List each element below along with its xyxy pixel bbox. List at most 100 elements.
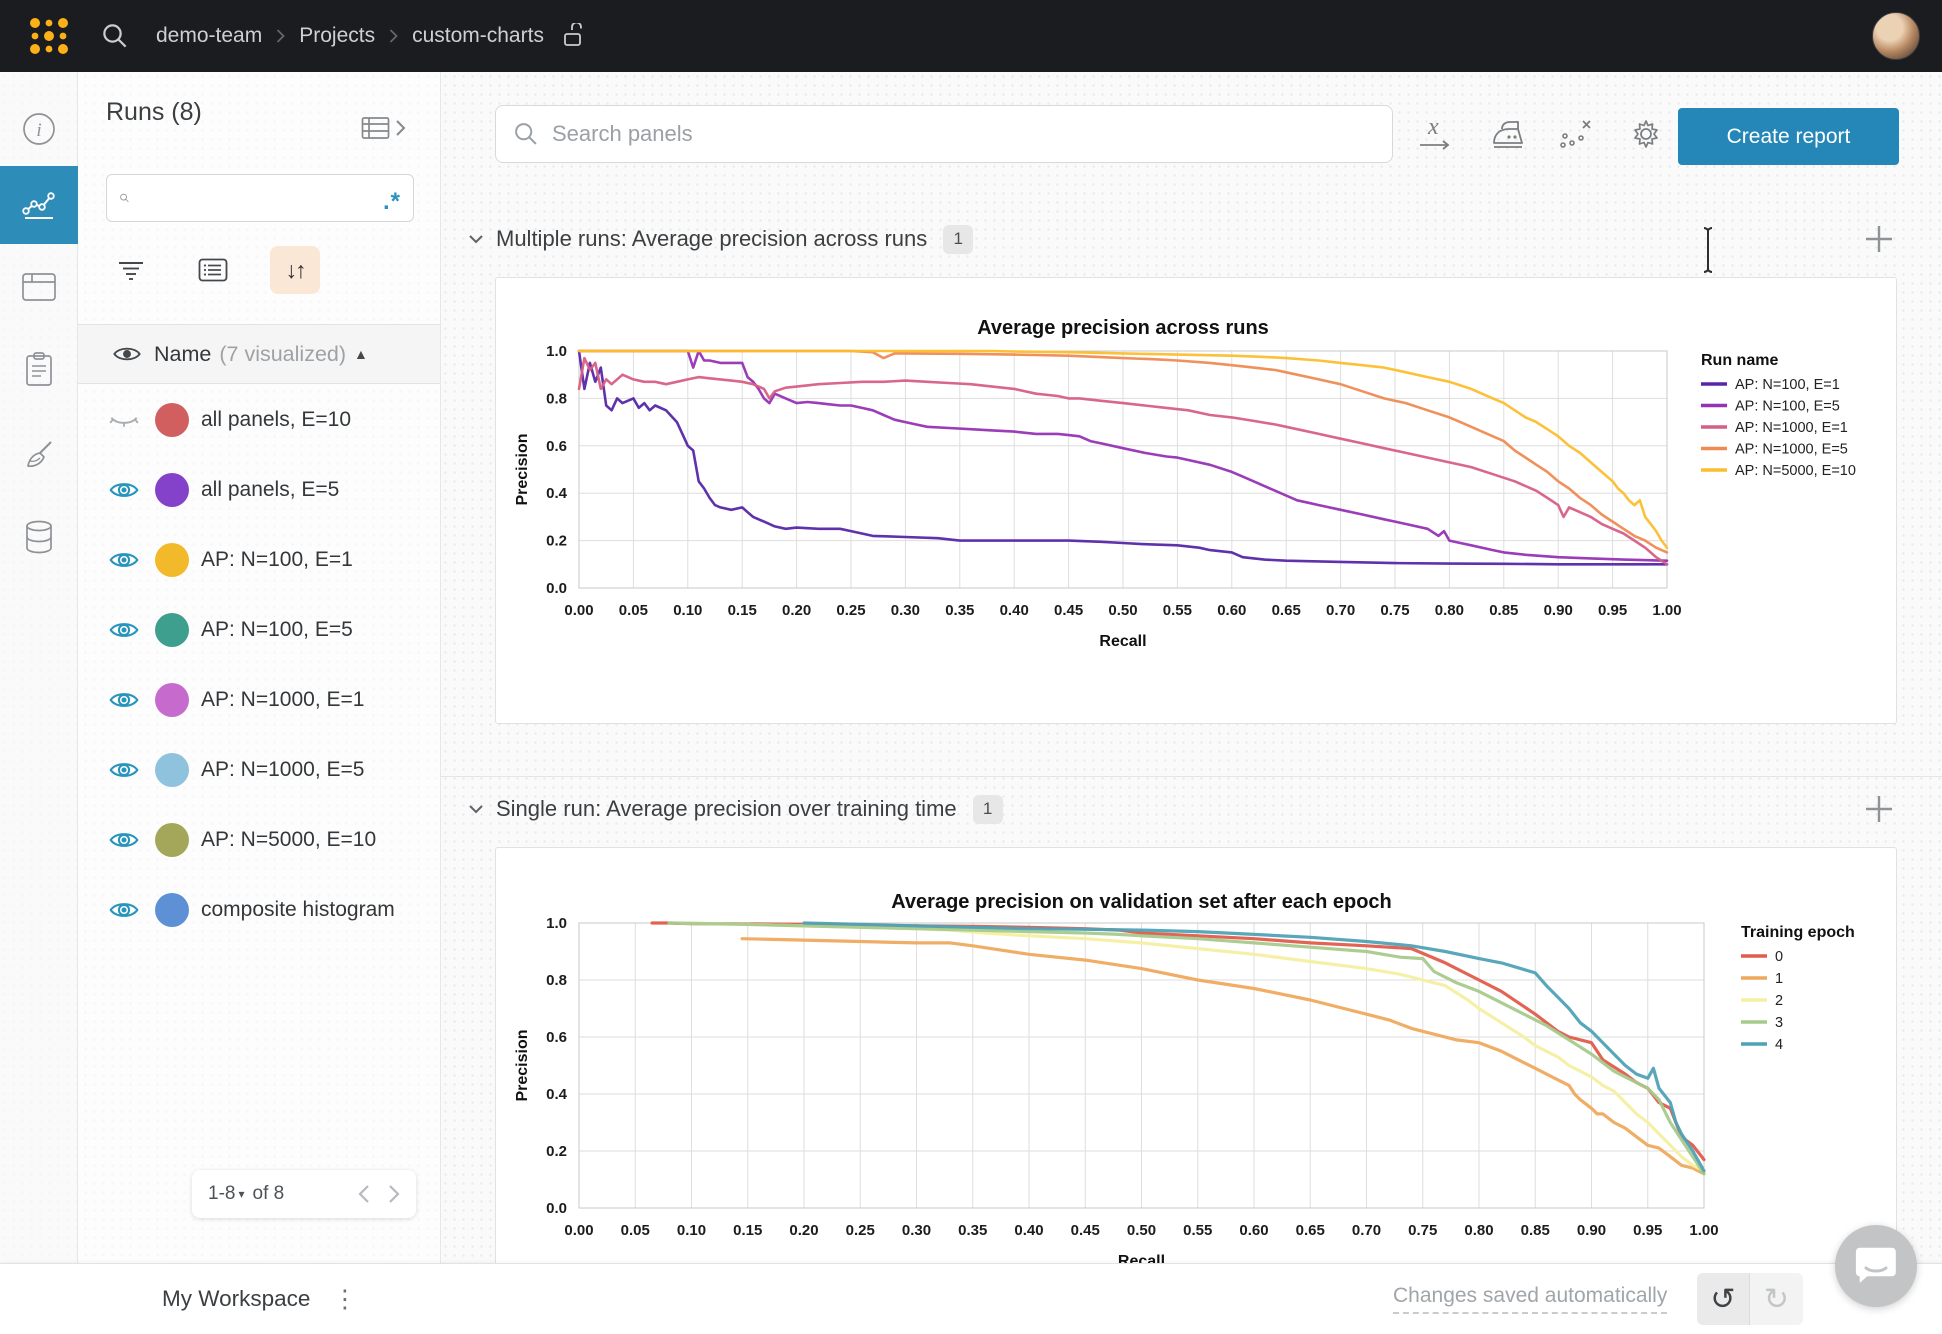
breadcrumb-projects[interactable]: Projects [299,24,375,48]
svg-text:0.6: 0.6 [546,1029,567,1046]
run-color-dot [155,613,189,647]
run-row[interactable]: all panels, E=5 [78,455,440,525]
autosave-status: Changes saved automatically [1393,1284,1667,1314]
run-row[interactable]: all panels, E=10 [78,385,440,455]
runs-table-expand-button[interactable] [361,116,406,140]
run-row[interactable]: AP: N=1000, E=1 [78,665,440,735]
svg-text:0.60: 0.60 [1239,1222,1268,1239]
filter-runs-button[interactable] [106,246,156,294]
eye-open-icon[interactable] [109,758,139,782]
legend-entry: 3 [1775,1015,1783,1031]
eye-open-icon[interactable] [109,618,139,642]
runs-search-input[interactable] [138,187,383,209]
svg-text:0.40: 0.40 [1000,602,1029,619]
eye-closed-icon[interactable] [109,408,139,432]
workspace-settings-button[interactable] [1624,112,1668,156]
add-panel-icon[interactable] [1862,222,1896,256]
run-row[interactable]: AP: N=5000, E=10 [78,805,440,875]
wandb-workspace: demo-team Projects custom-charts i [0,0,1942,1334]
breadcrumb-team[interactable]: demo-team [156,24,262,48]
svg-text:0.2: 0.2 [546,1143,567,1160]
nav-sweeps-button[interactable] [0,416,78,494]
svg-text:0.25: 0.25 [836,602,865,619]
x-axis-settings-button[interactable]: x [1414,112,1458,156]
series-line-3 [669,923,1704,1174]
outliers-settings-button[interactable] [1554,112,1598,156]
pagination-total: of 8 [253,1183,285,1205]
group-runs-button[interactable] [188,246,238,294]
list-settings-icon [198,258,228,282]
undo-button[interactable]: ↺ [1697,1273,1750,1325]
page-prev-button[interactable] [358,1184,370,1204]
redo-button[interactable]: ↻ [1750,1273,1803,1325]
chevron-down-icon[interactable] [466,799,486,819]
runs-sort-column: Name [154,342,211,367]
run-row[interactable]: AP: N=100, E=5 [78,595,440,665]
run-row[interactable]: AP: N=100, E=1 [78,525,440,595]
nav-table-button[interactable] [0,248,78,326]
info-icon: i [21,111,57,147]
run-name-label: composite histogram [201,898,395,922]
panel-count-badge: 1 [973,795,1003,824]
eye-open-icon[interactable] [109,688,139,712]
runs-search-box: .* [106,174,414,222]
chat-widget-button[interactable] [1835,1225,1917,1307]
section-divider [441,776,1942,777]
eye-open-icon[interactable] [109,548,139,572]
series-line-0 [652,923,1704,1160]
run-row[interactable]: AP: N=1000, E=5 [78,735,440,805]
svg-text:0.25: 0.25 [846,1222,875,1239]
add-panel-icon[interactable] [1862,792,1896,826]
nav-overview-button[interactable]: i [0,90,78,168]
panels-search-input[interactable] [552,121,1376,147]
legend-entry: AP: N=1000, E=5 [1735,442,1848,458]
chart-panel-average-precision-across-runs[interactable]: 0.000.050.100.150.200.250.300.350.400.45… [495,277,1897,724]
chevron-down-icon[interactable] [466,229,486,249]
search-icon[interactable] [100,21,130,51]
wandb-logo-icon[interactable] [26,13,72,59]
sort-arrows-icon: ↓↑ [286,257,305,284]
eye-open-icon[interactable] [109,478,139,502]
series-line-1 [742,939,1704,1174]
run-name-label: AP: N=1000, E=5 [201,758,364,782]
nav-artifacts-button[interactable] [0,498,78,576]
svg-text:0.15: 0.15 [733,1222,762,1239]
svg-text:0.0: 0.0 [546,580,567,597]
kebab-menu-icon[interactable]: ⋮ [332,1284,357,1314]
caret-down-icon[interactable]: ▾ [238,1187,244,1201]
nav-charts-button[interactable] [0,166,78,244]
svg-text:0.00: 0.00 [564,602,593,619]
panel-count-badge: 1 [943,225,973,254]
svg-text:1.00: 1.00 [1689,1222,1718,1239]
regex-toggle-button[interactable]: .* [383,189,401,207]
eye-open-icon[interactable] [109,898,139,922]
svg-text:0.0: 0.0 [546,1200,567,1217]
runs-pagination: 1-8 ▾ of 8 [192,1170,416,1218]
run-row[interactable]: composite histogram [78,875,440,945]
workspace-selector[interactable]: My Workspace [162,1286,310,1312]
run-name-label: AP: N=100, E=1 [201,548,353,572]
chart-panel-average-precision-per-epoch[interactable]: 0.000.050.100.150.200.250.300.350.400.45… [495,847,1897,1322]
section-header-multiple-runs: Multiple runs: Average precision across … [466,216,1914,262]
page-next-button[interactable] [388,1184,400,1204]
breadcrumb-project[interactable]: custom-charts [412,24,544,48]
scatter-outlier-icon [1557,116,1595,152]
svg-text:0.30: 0.30 [902,1222,931,1239]
top-navbar: demo-team Projects custom-charts [0,0,1942,72]
svg-text:0.85: 0.85 [1521,1222,1550,1239]
page-size-selector[interactable]: 1-8 [208,1183,235,1205]
svg-text:0.80: 0.80 [1464,1222,1493,1239]
section-title[interactable]: Single run: Average precision over train… [496,796,957,822]
sort-runs-button[interactable]: ↓↑ [270,246,320,294]
smoothing-settings-button[interactable] [1484,112,1528,156]
runs-list-header[interactable]: Name (7 visualized) ▲ [78,324,440,384]
eye-open-icon[interactable] [109,828,139,852]
run-name-label: AP: N=1000, E=1 [201,688,364,712]
panels-search-box [495,105,1393,163]
section-title[interactable]: Multiple runs: Average precision across … [496,226,927,252]
nav-notes-button[interactable] [0,330,78,408]
run-name-label: all panels, E=10 [201,408,351,432]
create-report-button[interactable]: Create report [1678,108,1899,165]
user-avatar[interactable] [1872,12,1920,60]
chart-title: Average precision across runs [977,317,1269,339]
